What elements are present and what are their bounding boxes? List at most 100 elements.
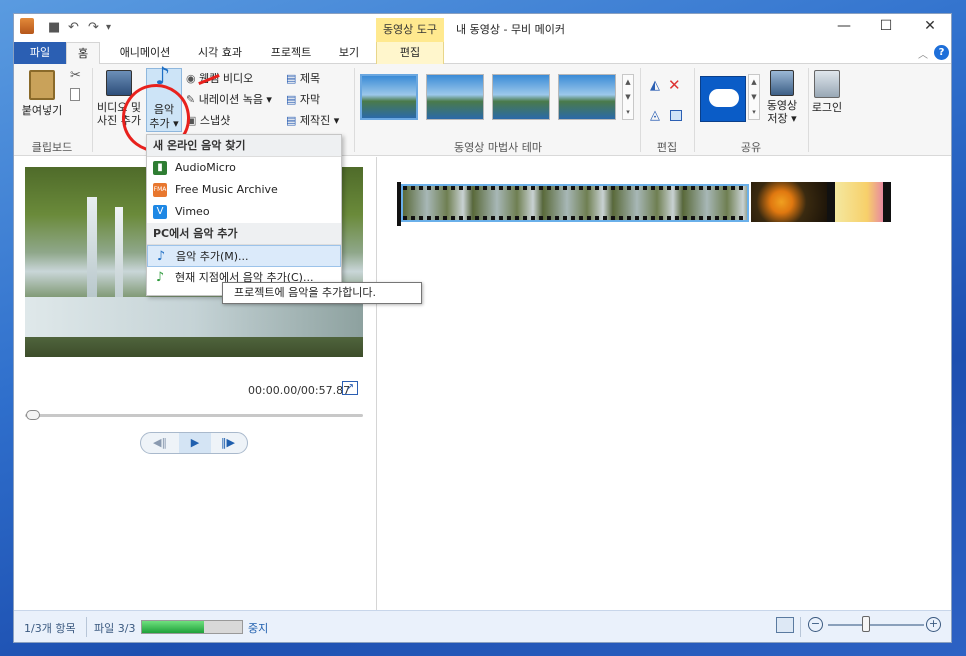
audio-bars-icon: ▮ <box>153 161 167 175</box>
tab-home[interactable]: 홈 <box>66 42 100 65</box>
status-divider <box>800 617 801 637</box>
snapshot-label: 스냅샷 <box>199 114 231 127</box>
clipboard-group-label: 클립보드 <box>31 141 73 154</box>
redo-icon[interactable]: ↷ <box>88 20 99 35</box>
webcam-icon: ◉ <box>186 72 200 85</box>
film-icon <box>106 70 132 96</box>
select-all-icon[interactable] <box>670 110 682 121</box>
flower-photo-thumbnail[interactable] <box>751 182 827 222</box>
group-divider <box>808 68 809 152</box>
tab-file[interactable]: 파일 <box>14 42 66 64</box>
zoom-slider[interactable] <box>828 624 924 626</box>
seek-bar[interactable] <box>25 414 363 417</box>
video-tools-contextual-tab: 동영상 도구 <box>376 18 444 42</box>
thumbnail-size-icon[interactable] <box>776 617 794 633</box>
clipboard-icon <box>29 70 55 100</box>
group-divider <box>640 68 641 152</box>
item-count: 1/3개 항목 <box>24 622 76 635</box>
film-perforations <box>403 216 747 220</box>
bee-photo-thumbnail[interactable] <box>827 182 891 222</box>
credits-icon: ▤ <box>286 114 300 127</box>
undo-icon[interactable]: ↶ <box>68 20 79 35</box>
online-music-header: 새 온라인 음악 찾기 <box>147 135 341 157</box>
record-narration-button[interactable]: ✎ 내레이션 녹음 ▾ <box>186 91 272 109</box>
tab-animation[interactable]: 애니메이션 <box>110 42 180 64</box>
user-icon <box>814 70 840 98</box>
window-title: 내 동영상 - 무비 메이커 <box>456 23 566 36</box>
ribbon-tabs: 파일 홈 애니메이션 시각 효과 프로젝트 보기 편집 ︿ ? <box>14 42 951 65</box>
title-bar: ■ ↶ ↷ ▾ 동영상 도구 내 동영상 - 무비 메이커 — ☐ ✕ <box>14 14 951 42</box>
fullscreen-icon[interactable]: ↗ <box>342 381 358 395</box>
caption-button[interactable]: ▤ 자막 <box>286 91 320 109</box>
theme-gallery-scroll[interactable]: ▲ ▼ ▾ <box>622 74 634 120</box>
theme-thumbnail[interactable] <box>492 74 550 120</box>
group-divider <box>92 68 93 152</box>
save-movie-label-1: 동영상 <box>766 99 798 112</box>
waterfall-stream <box>115 207 123 297</box>
movie-maker-window: ■ ↶ ↷ ▾ 동영상 도구 내 동영상 - 무비 메이커 — ☐ ✕ 파일 홈… <box>13 13 952 643</box>
film-perforations <box>403 186 747 190</box>
tab-edit[interactable]: 편집 <box>376 42 444 64</box>
close-button[interactable]: ✕ <box>910 18 950 34</box>
tooltip: 프로젝트에 음악을 추가합니다. <box>222 282 422 304</box>
menu-item-label: 음악 추가(M)... <box>176 250 249 263</box>
cut-icon[interactable]: ✂ <box>70 68 81 83</box>
menu-item-vimeo[interactable]: V Vimeo <box>147 201 341 223</box>
next-frame-icon[interactable]: ‖▶︎ <box>221 436 235 449</box>
rotate-right-icon[interactable]: ◬ <box>650 108 660 123</box>
file-progress-label: 파일 3/3 <box>94 622 136 635</box>
seek-thumb[interactable] <box>26 410 40 420</box>
video-clip-thumbnail[interactable] <box>401 184 749 222</box>
tab-view[interactable]: 보기 <box>332 42 366 64</box>
theme-thumbnail[interactable] <box>360 74 418 120</box>
group-divider <box>694 68 695 152</box>
credits-label: 제작진 ▾ <box>299 114 340 127</box>
menu-item-add-music[interactable]: ♪ 음악 추가(M)... <box>147 245 341 267</box>
add-music-dropdown: 새 온라인 음악 찾기 ▮ AudioMicro FMA Free Music Ar… <box>146 134 342 296</box>
fma-icon: FMA <box>153 183 167 197</box>
theme-group-label: 동영상 마법사 테마 <box>454 141 542 154</box>
music-add-icon: ♪ <box>155 270 165 285</box>
menu-item-audiomicro[interactable]: ▮ AudioMicro <box>147 157 341 179</box>
minimize-button[interactable]: — <box>824 18 864 34</box>
pc-music-header: PC에서 음악 추가 <box>147 223 341 245</box>
title-button[interactable]: ▤ 제목 <box>286 70 320 88</box>
share-gallery-scroll[interactable]: ▲ ▼ ▾ <box>748 74 760 120</box>
microphone-icon: ✎ <box>186 93 199 106</box>
menu-item-free-music-archive[interactable]: FMA Free Music Archive <box>147 179 341 201</box>
help-icon[interactable]: ? <box>934 45 949 60</box>
copy-icon[interactable] <box>70 88 80 101</box>
sign-in-label: 로그인 <box>811 101 843 114</box>
progress-bar <box>141 620 243 634</box>
webcam-video-button[interactable]: ◉ 웹캠 비디오 <box>186 70 253 88</box>
stop-link[interactable]: 중지 <box>248 620 268 636</box>
music-note-icon: ♪ <box>156 249 166 264</box>
tab-project[interactable]: 프로젝트 <box>262 42 320 64</box>
save-movie-button[interactable]: 동영상 저장 ▾ <box>762 70 802 125</box>
paste-label: 붙여넣기 <box>21 104 63 117</box>
status-divider <box>86 617 87 637</box>
paste-button[interactable]: 붙여넣기 <box>18 70 66 117</box>
share-group-label: 공유 <box>740 141 762 154</box>
qat-customize-icon[interactable]: ▾ <box>106 22 111 33</box>
credits-button[interactable]: ▤ 제작진 ▾ <box>286 112 339 130</box>
tab-visual-effects[interactable]: 시각 효과 <box>190 42 250 64</box>
theme-thumbnail[interactable] <box>426 74 484 120</box>
play-icon[interactable]: ▶ <box>179 433 211 453</box>
zoom-in-icon[interactable]: + <box>926 617 941 632</box>
theme-thumbnail[interactable] <box>558 74 616 120</box>
collapse-ribbon-icon[interactable]: ︿ <box>918 46 928 61</box>
sign-in-button[interactable]: 로그인 <box>810 70 844 114</box>
waterfall-stream <box>87 197 97 297</box>
snapshot-button[interactable]: ▣ 스냅샷 <box>186 112 230 130</box>
save-icon[interactable]: ■ <box>48 20 60 35</box>
zoom-thumb[interactable] <box>862 616 870 632</box>
zoom-out-icon[interactable]: − <box>808 617 823 632</box>
onedrive-share-button[interactable] <box>700 76 746 122</box>
remove-icon[interactable]: ✕ <box>668 76 681 94</box>
edit-group-label: 편집 <box>656 141 678 154</box>
rotate-left-icon[interactable]: ◭ <box>650 78 660 93</box>
maximize-button[interactable]: ☐ <box>866 18 906 34</box>
menu-item-label: Vimeo <box>175 205 210 218</box>
previous-frame-icon[interactable]: ◀︎‖ <box>153 436 167 449</box>
